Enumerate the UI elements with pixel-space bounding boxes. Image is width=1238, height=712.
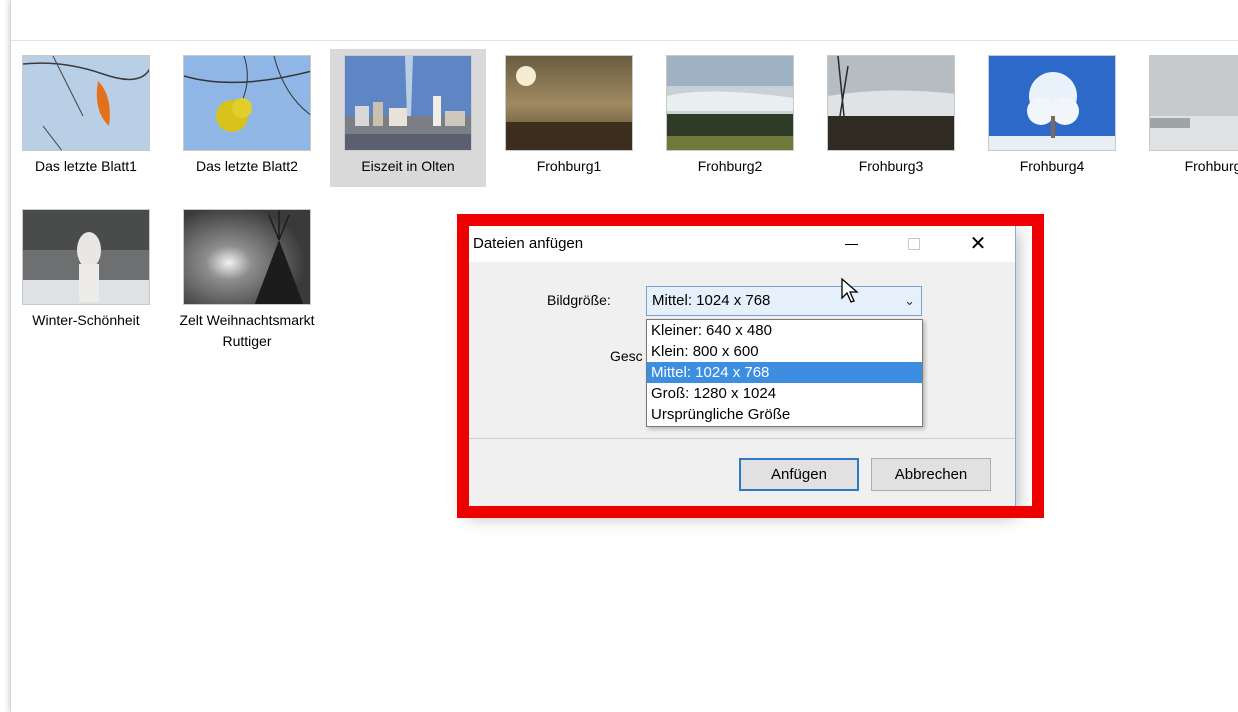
size-option-mittel[interactable]: Mittel: 1024 x 768 [647,362,922,383]
file-item-eiszeit-in-olten[interactable]: Eiszeit in Olten [330,49,486,187]
thumbnail-fog-valley [666,55,794,151]
close-icon: ✕ [969,233,987,255]
maximize-button [891,226,937,262]
image-size-label: Bildgröße: [547,292,611,308]
file-item-frohburg4[interactable]: Frohburg4 [977,55,1127,177]
close-button[interactable]: ✕ [955,226,1001,262]
size-option-gross[interactable]: Groß: 1280 x 1024 [647,383,922,404]
file-item-frohburg-partial[interactable]: Frohburg [1138,55,1238,177]
thumbnail-frosted-tree [988,55,1116,151]
file-label: Frohburg2 [697,158,763,174]
thumbnail-snow-statue [22,209,150,305]
thumbnail-fog-field [1149,55,1238,151]
minimize-button[interactable] [828,226,874,262]
file-label: Das letzte Blatt2 [196,158,298,174]
truncated-field-label: Gesc [610,348,643,364]
thumbnail-leaf-yellow [183,55,311,151]
file-label: Zelt Weihnachtsmarkt Ruttiger [179,312,315,349]
file-item-frohburg3[interactable]: Frohburg3 [816,55,966,177]
image-size-dropdown-list: Kleiner: 640 x 480 Klein: 800 x 600 Mitt… [646,319,923,427]
file-item-zelt-weihnachtsmarkt-ruttiger[interactable]: Zelt Weihnachtsmarkt Ruttiger [172,209,322,352]
attach-files-dialog: Dateien anfügen ✕ Bildgröße: Mittel: 102… [466,225,1016,509]
size-option-klein[interactable]: Klein: 800 x 600 [647,341,922,362]
file-item-winter-schoenheit[interactable]: Winter-Schönheit [11,209,161,331]
image-size-selected-value: Mittel: 1024 x 768 [652,292,771,309]
file-label: Winter-Schönheit [32,312,140,328]
mouse-pointer-icon [841,277,859,303]
thumbnail-fog-trees [827,55,955,151]
cancel-button[interactable]: Abbrechen [871,458,991,491]
explorer-toolbar [11,0,1238,41]
chevron-down-icon: ⌄ [904,293,915,308]
file-item-das-letzte-blatt2[interactable]: Das letzte Blatt2 [172,55,322,177]
file-label: Das letzte Blatt1 [35,158,137,174]
dialog-separator [467,438,1015,439]
file-label: Frohburg [1184,158,1238,174]
thumbnail-leaf-orange [22,55,150,151]
thumbnail-tent-silhouette [183,209,311,305]
dialog-titlebar[interactable]: Dateien anfügen ✕ [467,226,1015,262]
file-item-frohburg2[interactable]: Frohburg2 [655,55,805,177]
file-label: Frohburg1 [536,158,602,174]
file-label: Frohburg3 [858,158,924,174]
file-label: Frohburg4 [1019,158,1085,174]
attach-button[interactable]: Anfügen [739,458,859,491]
thumbnail-foggy-sunrise [505,55,633,151]
size-option-kleiner[interactable]: Kleiner: 640 x 480 [647,320,922,341]
thumbnail-city-olten [344,55,472,151]
file-label: Eiszeit in Olten [361,158,455,174]
size-option-original[interactable]: Ursprüngliche Größe [647,404,922,425]
dialog-title: Dateien anfügen [473,235,584,252]
file-item-das-letzte-blatt1[interactable]: Das letzte Blatt1 [11,55,161,177]
image-size-select[interactable]: Mittel: 1024 x 768 ⌄ [646,286,922,316]
file-item-frohburg1[interactable]: Frohburg1 [494,55,644,177]
